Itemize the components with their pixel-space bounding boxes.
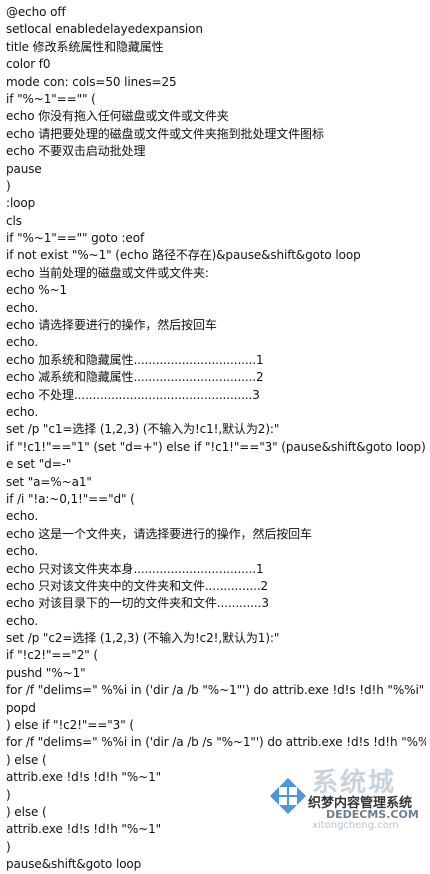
code-line: :loop — [6, 196, 36, 211]
code-line: echo 当前处理的磁盘或文件或文件夹: — [6, 265, 209, 280]
code-line: cls — [6, 213, 22, 228]
code-line: echo 你没有拖入任何磁盘或文件或文件夹 — [6, 109, 229, 124]
code-line: if not exist "%~1" (echo 路径不存在)&pause&sh… — [6, 248, 361, 263]
code-line: color f0 — [6, 57, 51, 72]
code-line: popd — [6, 700, 36, 715]
code-line: echo. — [6, 335, 39, 350]
code-line: echo 不处理................................… — [6, 387, 260, 402]
code-line: echo. — [6, 544, 39, 559]
code-line: set /p "c1=选择 (1,2,3) (不输入为!c1!,默认为2):" — [6, 422, 280, 437]
batch-script-document: @echo off setlocal enabledelayedexpansion… — [6, 4, 426, 874]
code-line: mode con: cols=50 lines=25 — [6, 74, 177, 89]
code-line: echo 这是一个文件夹，请选择要进行的操作，然后按回车 — [6, 526, 312, 541]
code-line: echo. — [6, 300, 39, 315]
code-line: ) — [6, 839, 11, 854]
code-line: ) else ( — [6, 752, 47, 767]
code-line: if "%~1"=="" ( — [6, 91, 96, 106]
code-line: ) else ( — [6, 804, 47, 819]
code-line: set /p "c2=选择 (1,2,3) (不输入为!c2!,默认为1):" — [6, 631, 280, 646]
code-line: echo 请选择要进行的操作，然后按回车 — [6, 318, 217, 333]
code-line: echo 对该目录下的一切的文件夹和文件............3 — [6, 596, 269, 611]
code-line: echo 只对该文件夹中的文件夹和文件...............2 — [6, 578, 269, 593]
code-line: echo. — [6, 509, 39, 524]
code-line: set "a=%~a1" — [6, 474, 92, 489]
code-line: echo 只对该文件夹本身...........................… — [6, 561, 264, 576]
code-line: title 修改系统属性和隐藏属性 — [6, 39, 164, 54]
code-line: if "%~1"=="" goto :eof — [6, 231, 145, 246]
code-line: e set "d=-" — [6, 457, 72, 472]
code-line: echo 不要双击启动批处理 — [6, 144, 146, 159]
code-line: echo %~1 — [6, 283, 68, 298]
code-line: @echo off — [6, 5, 66, 19]
code-line: echo 请把要处理的磁盘或文件或文件夹拖到批处理文件图标 — [6, 126, 324, 141]
code-line: pause&shift&goto loop — [6, 857, 142, 872]
code-line: for /f "delims=" %%i in ('dir /a /b /s "… — [6, 735, 426, 750]
code-line: ) else if "!c2!"=="3" ( — [6, 718, 134, 733]
code-line: if "!c2!"=="2" ( — [6, 648, 98, 663]
code-line: ) — [6, 178, 11, 193]
code-line: echo. — [6, 613, 39, 628]
code-line: if "!c1!"=="1" (set "d=+") else if "!c1!… — [6, 439, 426, 454]
code-line: attrib.exe !d!s !d!h "%~1" — [6, 822, 162, 837]
code-line: setlocal enabledelayedexpansion — [6, 22, 203, 37]
code-line: pushd "%~1" — [6, 665, 86, 680]
code-line: echo 减系统和隐藏属性...........................… — [6, 370, 264, 385]
code-line: pause — [6, 161, 42, 176]
code-line: for /f "delims=" %%i in ('dir /a /b "%~1… — [6, 683, 425, 698]
code-line: attrib.exe !d!s !d!h "%~1" — [6, 770, 162, 785]
code-line: ) — [6, 787, 11, 802]
code-line: echo 加系统和隐藏属性...........................… — [6, 352, 264, 367]
code-line: echo. — [6, 404, 39, 419]
code-line: if /i "!a:~0,1!"=="d" ( — [6, 491, 135, 506]
